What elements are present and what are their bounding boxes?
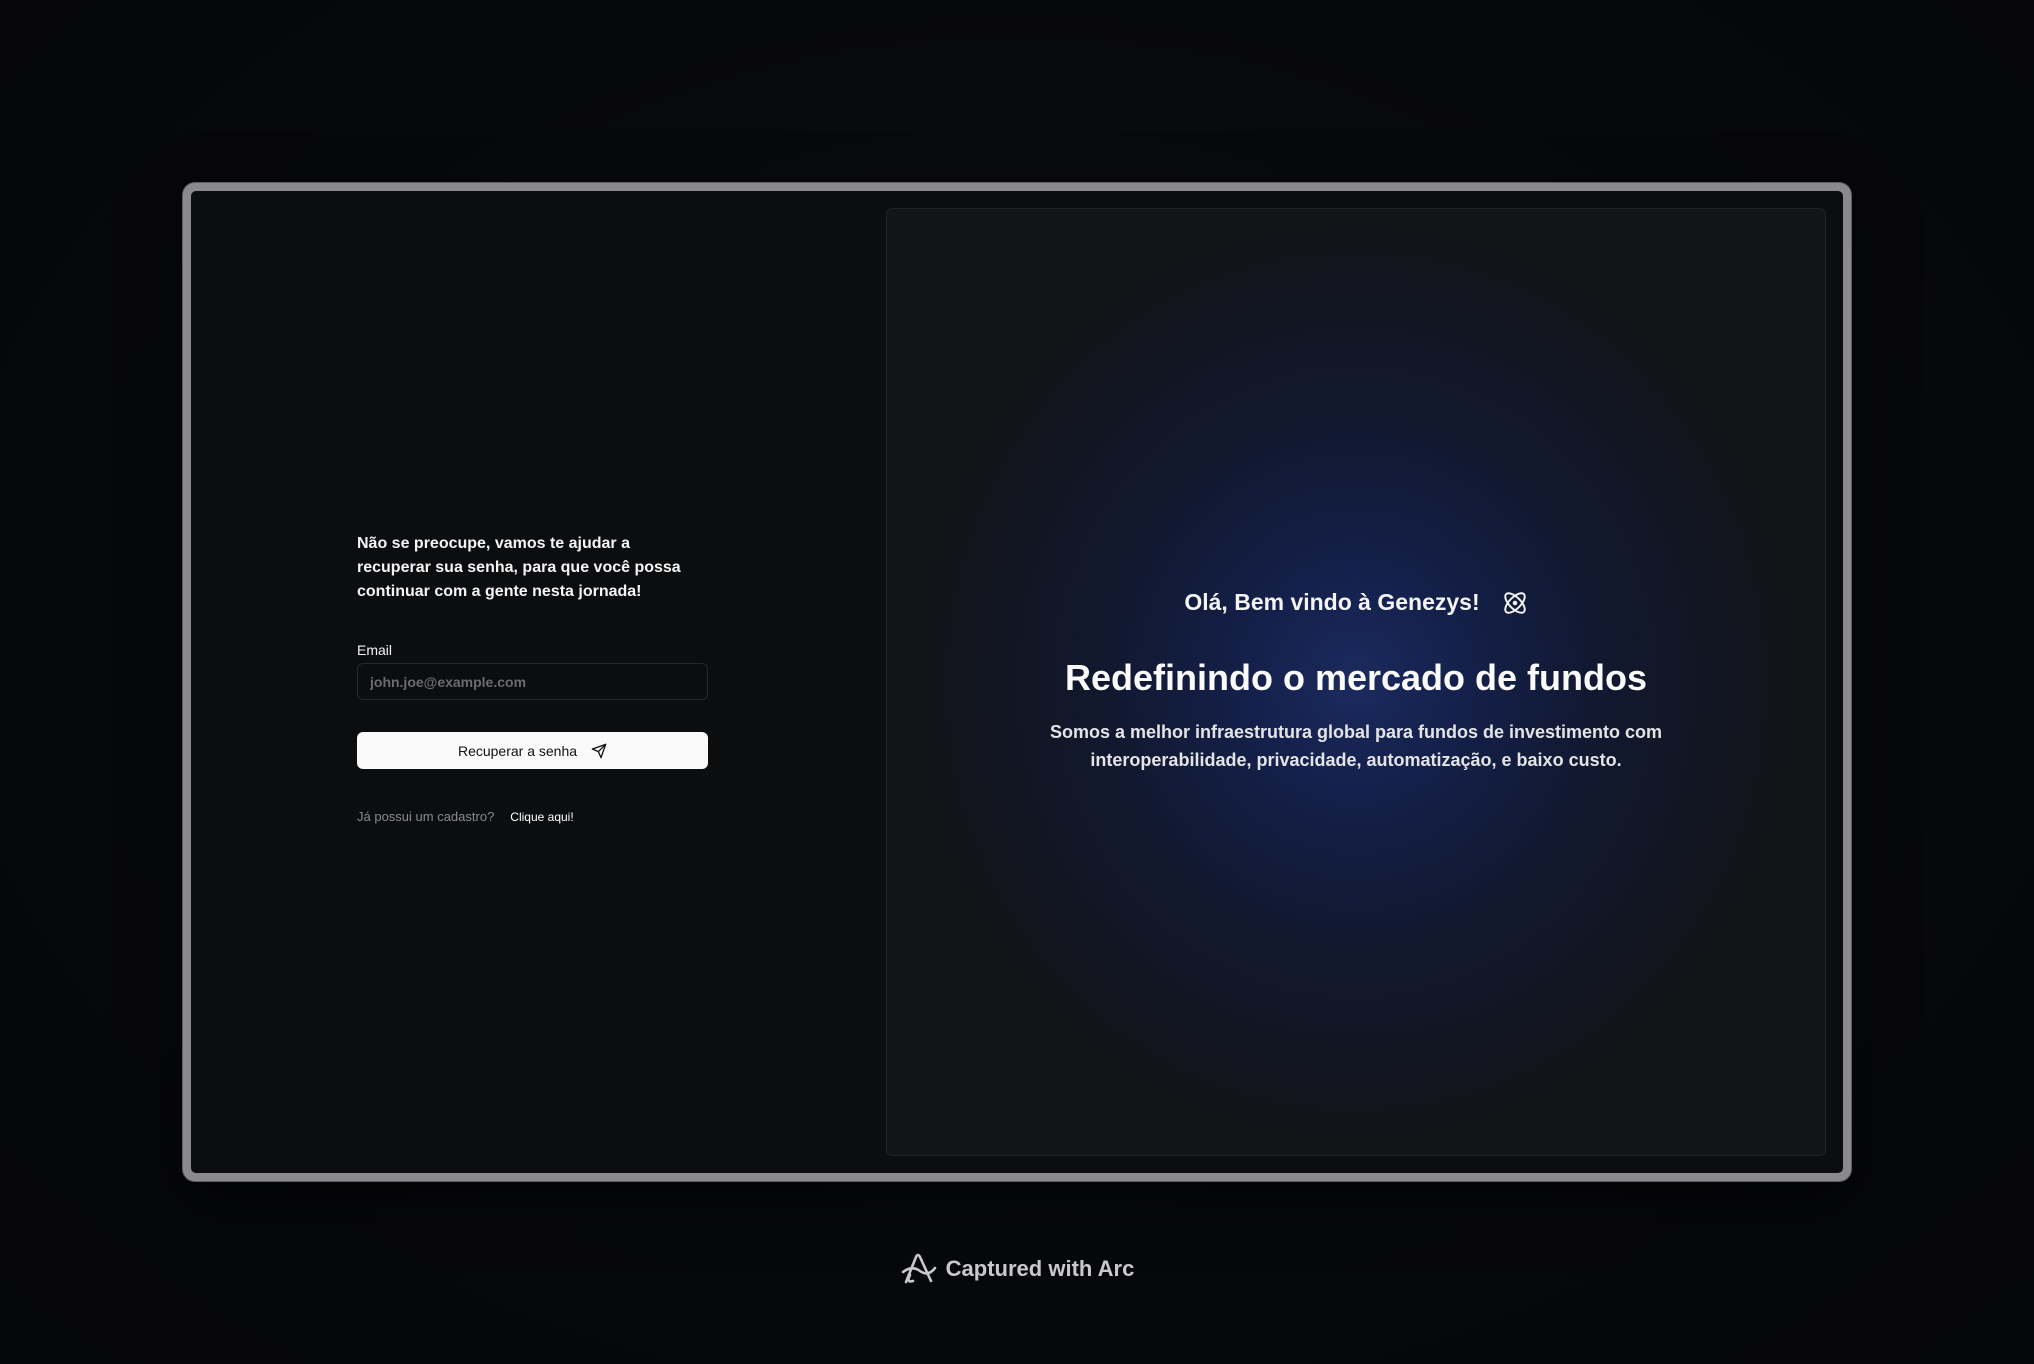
welcome-hero-panel: Olá, Bem vindo à Genezys! Redefinindo o … [886,208,1826,1156]
hero-subtitle: Somos a melhor infraestrutura global par… [1049,722,1663,770]
intro-text: Não se preocupe, vamos te ajudar a recup… [357,535,681,600]
hero-content: Olá, Bem vindo à Genezys! Redefinindo o … [887,589,1825,774]
arc-capture-label: Captured with Arc [945,1256,1135,1281]
login-question: Já possui um cadastro? [357,809,495,824]
send-icon [591,743,607,759]
forgot-password-form: Não se preocupe, vamos te ajudar a recup… [357,532,708,824]
recover-password-button[interactable]: Recuperar a senha [357,732,708,769]
browser-window-frame: Não se preocupe, vamos te ajudar a recup… [183,183,1851,1181]
welcome-row: Olá, Bem vindo à Genezys! [887,589,1825,616]
recover-password-label: Recuperar a senha [457,742,578,759]
atom-icon [1502,590,1528,616]
arc-icon [900,1252,938,1286]
email-label: Email [357,642,393,658]
arc-capture-badge: Captured with Arc [0,1252,2034,1286]
app-window: Não se preocupe, vamos te ajudar a recup… [191,191,1843,1173]
screenshot-stage: Não se preocupe, vamos te ajudar a recup… [0,0,2034,1364]
hero-title: Redefinindo o mercado de fundos [1064,657,1648,698]
login-link[interactable]: Clique aqui! [510,810,573,824]
welcome-text: Olá, Bem vindo à Genezys! [1184,589,1480,615]
forgot-password-panel: Não se preocupe, vamos te ajudar a recup… [191,191,878,1173]
email-input[interactable] [357,663,708,700]
login-prompt: Já possui um cadastro? Clique aqui! [357,809,708,824]
